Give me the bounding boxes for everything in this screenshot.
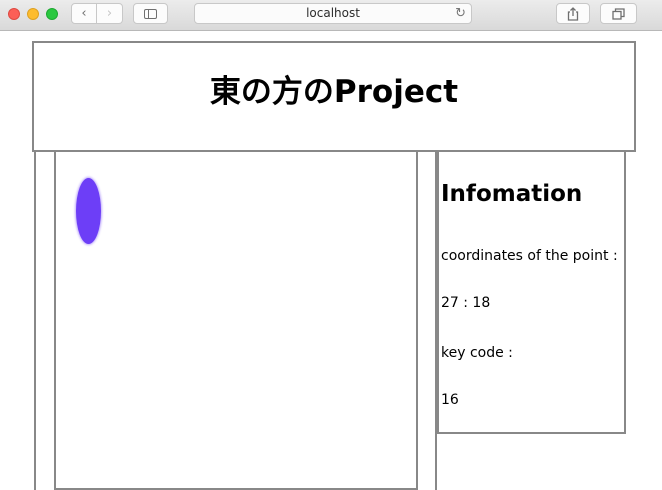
player-point <box>76 178 101 244</box>
info-panel: Infomation coordinates of the point : 27… <box>437 150 626 434</box>
chevron-right-icon: › <box>106 6 113 21</box>
key-code-label: key code : <box>441 345 513 361</box>
sidebar-icon <box>144 8 157 19</box>
sidebar-toggle-button[interactable] <box>133 3 168 24</box>
show-tabs-button[interactable] <box>600 3 637 24</box>
zoom-window-button[interactable] <box>46 8 58 20</box>
game-area[interactable] <box>54 150 418 490</box>
share-icon <box>567 6 579 21</box>
tabs-icon <box>612 7 625 20</box>
page-title: 東の方のProject <box>209 73 459 110</box>
key-code-value: 16 <box>441 392 459 408</box>
back-button[interactable]: ‹ <box>71 3 97 24</box>
coordinates-value: 27 : 18 <box>441 295 491 311</box>
info-heading: Infomation <box>441 181 583 207</box>
reload-icon[interactable]: ↻ <box>455 4 466 23</box>
address-bar[interactable]: localhost ↻ <box>194 3 472 24</box>
url-text: localhost <box>306 6 360 20</box>
share-button[interactable] <box>556 3 590 24</box>
browser-toolbar: ‹ › localhost ↻ <box>0 0 662 31</box>
forward-button[interactable]: › <box>97 3 123 24</box>
header: 東の方のProject <box>32 41 636 152</box>
coordinates-label: coordinates of the point : <box>441 248 618 264</box>
close-window-button[interactable] <box>8 8 20 20</box>
minimize-window-button[interactable] <box>27 8 39 20</box>
chevron-left-icon: ‹ <box>81 6 87 21</box>
